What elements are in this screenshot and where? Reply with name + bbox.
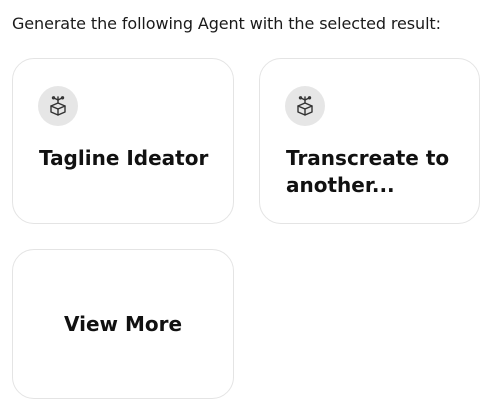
- agent-box-icon: [38, 86, 78, 126]
- agent-box-icon: [285, 86, 325, 126]
- section-heading: Generate the following Agent with the se…: [12, 14, 441, 33]
- agent-card-tagline-ideator[interactable]: Tagline Ideator: [12, 58, 234, 224]
- view-more-card[interactable]: View More: [12, 249, 234, 399]
- agent-card-title: Transcreate to another...: [286, 146, 450, 197]
- agent-card-transcreate[interactable]: Transcreate to another...: [259, 58, 480, 224]
- view-more-label: View More: [63, 312, 183, 336]
- agent-card-title: Tagline Ideator: [39, 146, 209, 170]
